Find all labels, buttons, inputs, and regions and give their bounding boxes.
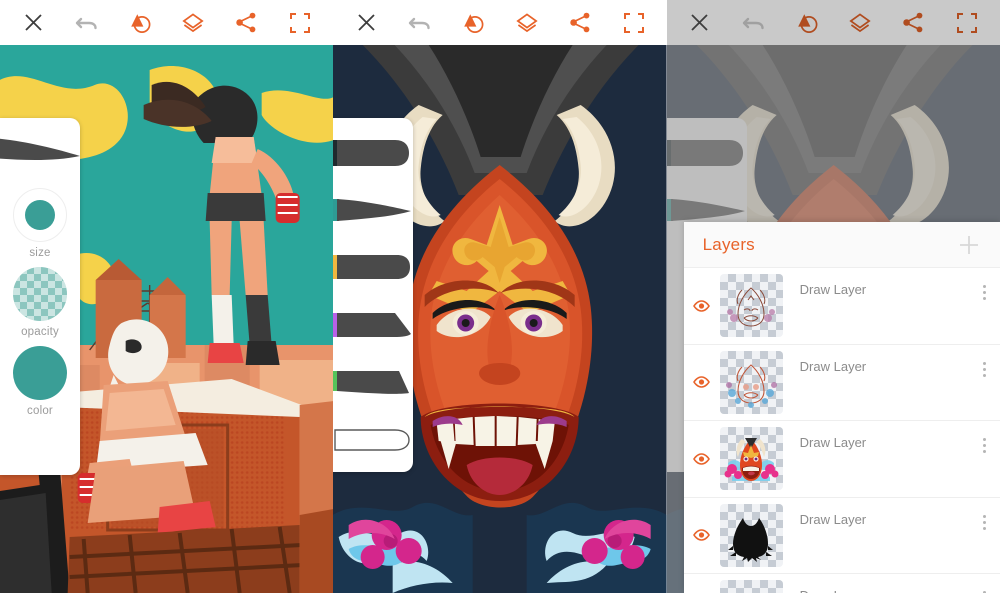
close-icon[interactable] (349, 6, 383, 40)
screenshot-triptych: size opacity color Layers Draw Layer Dra… (0, 0, 1000, 593)
undo-icon[interactable] (403, 6, 437, 40)
layer-thumbnail[interactable] (719, 580, 783, 593)
size-ring[interactable] (13, 188, 67, 242)
opacity-label: opacity (21, 326, 59, 338)
undo-icon[interactable] (69, 6, 103, 40)
brush-icon[interactable] (790, 6, 824, 40)
fullscreen-icon[interactable] (950, 6, 984, 40)
brush-item-angled-chisel[interactable] (333, 302, 413, 346)
fullscreen-icon[interactable] (283, 6, 317, 40)
size-value-dot (25, 200, 55, 230)
toolbar (666, 0, 1000, 45)
layer-thumbnail[interactable] (719, 274, 783, 338)
layer-thumbnail[interactable] (719, 350, 783, 414)
layers-panel: Layers Draw Layer Draw Layer Draw Layer … (683, 222, 1000, 593)
layer-name: Draw Layer (799, 511, 867, 527)
brush-list-panel (333, 118, 414, 472)
table-row[interactable]: Draw Layer (684, 574, 1000, 593)
screen-layers: Layers Draw Layer Draw Layer Draw Layer … (666, 0, 1000, 593)
opacity-checker-pattern (13, 267, 67, 321)
table-row[interactable]: Draw Layer (683, 421, 1000, 498)
undo-icon[interactable] (736, 6, 770, 40)
layers-icon[interactable] (510, 6, 544, 40)
table-row[interactable]: Draw Layer (683, 498, 1000, 574)
share-icon[interactable] (563, 6, 597, 40)
brush-item-tapered-ink[interactable] (333, 187, 413, 231)
layer-name: Draw Layer (799, 435, 867, 450)
layer-thumbnail[interactable] (719, 503, 783, 567)
brush-stroke-preview (0, 118, 80, 180)
color-label: color (27, 405, 53, 417)
close-icon[interactable] (683, 6, 717, 40)
fullscreen-icon[interactable] (617, 6, 651, 40)
table-row[interactable]: Draw Layer (683, 345, 1000, 421)
size-control[interactable]: size (13, 188, 67, 259)
brush-item-eraser[interactable] (333, 416, 413, 460)
opacity-control[interactable]: opacity (13, 267, 67, 338)
share-icon[interactable] (230, 6, 264, 40)
brush-icon[interactable] (123, 6, 157, 40)
size-label: size (29, 247, 51, 259)
layer-options-menu[interactable] (970, 361, 1000, 377)
layer-options-menu[interactable] (970, 514, 1000, 530)
layer-visibility-toggle[interactable] (684, 452, 720, 465)
screen-brush-settings: size opacity color (0, 0, 334, 593)
add-layer-button[interactable] (956, 232, 982, 258)
toolbar (333, 0, 667, 45)
opacity-swatch[interactable] (13, 267, 67, 321)
screen-brush-picker (333, 0, 667, 593)
table-row[interactable]: Draw Layer (683, 268, 1000, 345)
share-icon[interactable] (896, 6, 930, 40)
layer-thumbnail[interactable] (719, 427, 783, 491)
layer-options-menu[interactable] (970, 285, 1000, 300)
toolbar (0, 0, 334, 45)
transparency-checker (719, 580, 783, 593)
close-icon[interactable] (16, 6, 50, 40)
layer-visibility-toggle[interactable] (684, 529, 720, 542)
layers-icon[interactable] (176, 6, 210, 40)
layer-visibility-toggle[interactable] (684, 376, 720, 389)
layers-panel-header: Layers (683, 222, 1000, 268)
layer-visibility-toggle[interactable] (684, 299, 720, 312)
layer-name: Draw Layer (799, 358, 867, 374)
brush-item-round-marker[interactable] (333, 130, 413, 174)
brush-icon[interactable] (456, 6, 490, 40)
brush-item-flat-marker[interactable] (333, 244, 413, 288)
layer-name: Draw Layer (799, 282, 867, 297)
layer-options-menu[interactable] (970, 438, 1000, 453)
layer-name: Draw Layer (783, 588, 970, 593)
brush-settings-panel: size opacity color (0, 118, 80, 475)
color-swatch[interactable] (13, 346, 67, 400)
layers-icon[interactable] (843, 6, 877, 40)
color-control[interactable]: color (13, 346, 67, 417)
layers-title: Layers (702, 234, 755, 254)
brush-item-sharp-liner[interactable] (333, 359, 413, 403)
